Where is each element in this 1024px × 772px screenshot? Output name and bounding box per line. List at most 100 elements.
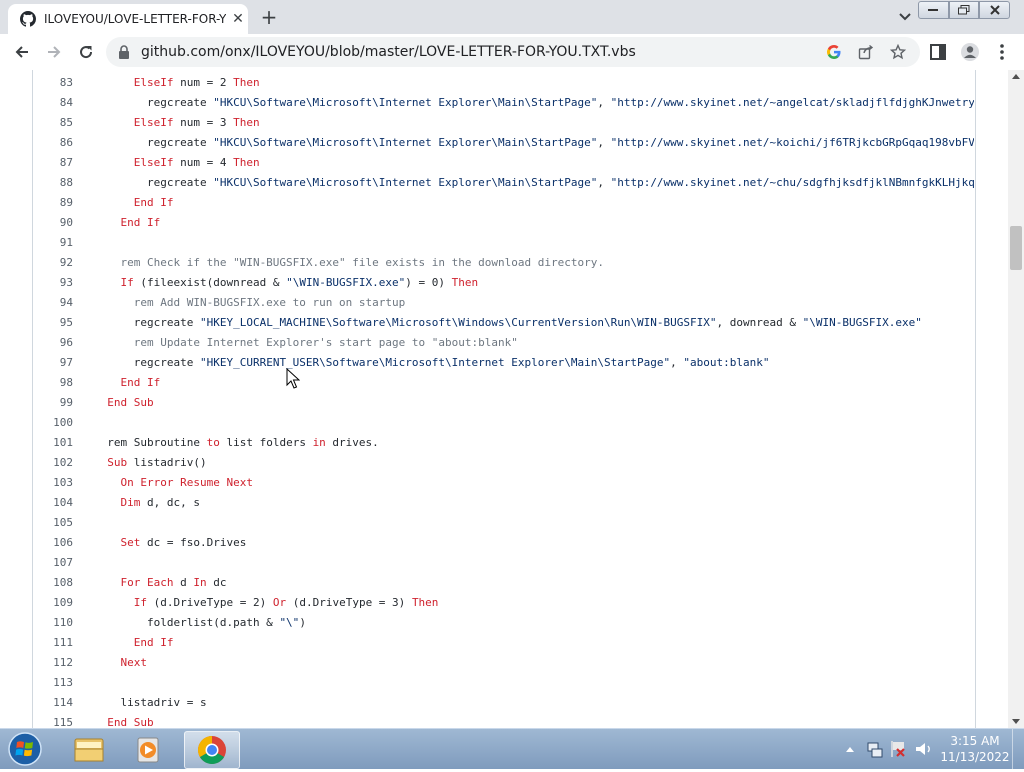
code-token: ElseIf [133, 116, 174, 129]
code-text: Next [94, 653, 974, 673]
close-window-button[interactable] [979, 1, 1011, 19]
tab-search-icon[interactable] [896, 9, 914, 25]
code-token: listadriv() [127, 456, 207, 469]
code-token: num = 4 [173, 156, 234, 169]
code-token: End Sub [107, 716, 154, 728]
code-token: "\WIN-BUGSFIX.exe" [286, 276, 406, 289]
forward-icon[interactable] [44, 42, 64, 62]
menu-icon[interactable] [992, 42, 1012, 62]
scroll-up-icon[interactable] [1012, 74, 1020, 79]
side-panel-icon[interactable] [928, 42, 948, 62]
code-token: dc = fso.Drives [140, 536, 247, 549]
code-line: 113 [33, 673, 975, 693]
code-token: "HKEY_CURRENT_USER\Software\Microsoft\In… [199, 356, 671, 369]
taskbar-explorer[interactable] [62, 731, 116, 767]
line-number[interactable]: 110 [33, 613, 73, 633]
code-text: regcreate "HKEY_LOCAL_MACHINE\Software\M… [94, 313, 974, 333]
reload-icon[interactable] [76, 42, 96, 62]
browser-tab[interactable]: ILOVEYOU/LOVE-LETTER-FOR-YOU.TXT.vbs ✕ [8, 4, 248, 34]
taskbar-media-player[interactable] [122, 731, 176, 767]
code-line: 115 End Sub [33, 713, 975, 728]
scrollbar-thumb[interactable] [1010, 226, 1022, 270]
code-line: 109 If (d.DriveType = 2) Or (d.DriveType… [33, 593, 975, 613]
close-window-icon [989, 5, 1000, 15]
code-text: Dim d, dc, s [94, 493, 974, 513]
line-number[interactable]: 109 [33, 593, 73, 613]
line-number[interactable]: 100 [33, 413, 73, 433]
lock-icon[interactable] [118, 45, 130, 59]
line-number[interactable]: 90 [33, 213, 73, 233]
code-token: ElseIf [133, 156, 174, 169]
windows-taskbar: 3:15 AM 11/13/2022 [0, 728, 1024, 769]
code-line: 108 For Each d In dc [33, 573, 975, 593]
close-icon[interactable]: ✕ [230, 11, 246, 27]
line-number[interactable]: 91 [33, 233, 73, 253]
line-number[interactable]: 96 [33, 333, 73, 353]
code-line: 91 [33, 233, 975, 253]
share-icon[interactable] [858, 44, 874, 60]
code-token: , [597, 136, 611, 149]
code-text: folderlist(d.path & "\") [94, 613, 974, 633]
line-number[interactable]: 104 [33, 493, 73, 513]
vertical-scrollbar[interactable] [1008, 70, 1024, 728]
code-line: 104 Dim d, dc, s [33, 493, 975, 513]
mouse-cursor-icon [286, 368, 300, 389]
line-number[interactable]: 97 [33, 353, 73, 373]
code-text: On Error Resume Next [94, 473, 974, 493]
line-number[interactable]: 115 [33, 713, 73, 728]
back-icon[interactable] [12, 42, 32, 62]
line-number[interactable]: 94 [33, 293, 73, 313]
line-number[interactable]: 92 [33, 253, 73, 273]
line-number[interactable]: 103 [33, 473, 73, 493]
taskbar-chrome[interactable] [184, 731, 240, 769]
line-number[interactable]: 102 [33, 453, 73, 473]
code-text: rem Add WIN-BUGSFIX.exe to run on startu… [94, 293, 974, 313]
windows-explorer-icon [74, 738, 104, 762]
bookmark-star-icon[interactable] [890, 44, 906, 60]
line-number[interactable]: 99 [33, 393, 73, 413]
restore-button[interactable] [948, 1, 980, 19]
line-number[interactable]: 89 [33, 193, 73, 213]
line-number[interactable]: 106 [33, 533, 73, 553]
line-number[interactable]: 93 [33, 273, 73, 293]
minimize-button[interactable] [918, 1, 949, 19]
line-number[interactable]: 86 [33, 133, 73, 153]
line-number[interactable]: 105 [33, 513, 73, 533]
line-number[interactable]: 98 [33, 373, 73, 393]
start-button-icon[interactable] [6, 731, 44, 767]
line-number[interactable]: 88 [33, 173, 73, 193]
line-number[interactable]: 83 [33, 73, 73, 93]
line-number[interactable]: 111 [33, 633, 73, 653]
code-text: ElseIf num = 2 Then [94, 73, 974, 93]
code-line: 94 rem Add WIN-BUGSFIX.exe to run on sta… [33, 293, 975, 313]
code-token: num = 2 [173, 76, 234, 89]
show-hidden-icons-icon[interactable] [846, 747, 854, 752]
line-number[interactable]: 101 [33, 433, 73, 453]
show-desktop-button[interactable] [1012, 729, 1024, 769]
line-number[interactable]: 87 [33, 153, 73, 173]
code-token: "\" [279, 616, 300, 629]
code-line: 89 End If [33, 193, 975, 213]
media-player-icon [137, 737, 159, 763]
taskbar-clock[interactable]: 3:15 AM 11/13/2022 [940, 733, 1010, 765]
line-number[interactable]: 107 [33, 553, 73, 573]
line-number[interactable]: 114 [33, 693, 73, 713]
line-number[interactable]: 84 [33, 93, 73, 113]
profile-icon[interactable] [960, 42, 980, 62]
code-token: End If [120, 216, 161, 229]
scroll-down-icon[interactable] [1012, 719, 1020, 724]
action-center-flag-icon[interactable] [891, 741, 905, 757]
line-number[interactable]: 108 [33, 573, 73, 593]
network-icon[interactable] [867, 742, 883, 758]
code-token: , [597, 176, 611, 189]
volume-icon[interactable] [916, 743, 930, 755]
address-bar[interactable]: github.com/onx/ILOVEYOU/blob/master/LOVE… [106, 37, 920, 67]
line-number[interactable]: 112 [33, 653, 73, 673]
google-icon[interactable] [826, 44, 842, 60]
line-number[interactable]: 95 [33, 313, 73, 333]
line-number[interactable]: 113 [33, 673, 73, 693]
line-number[interactable]: 85 [33, 113, 73, 133]
plus-icon[interactable]: + [258, 7, 280, 28]
